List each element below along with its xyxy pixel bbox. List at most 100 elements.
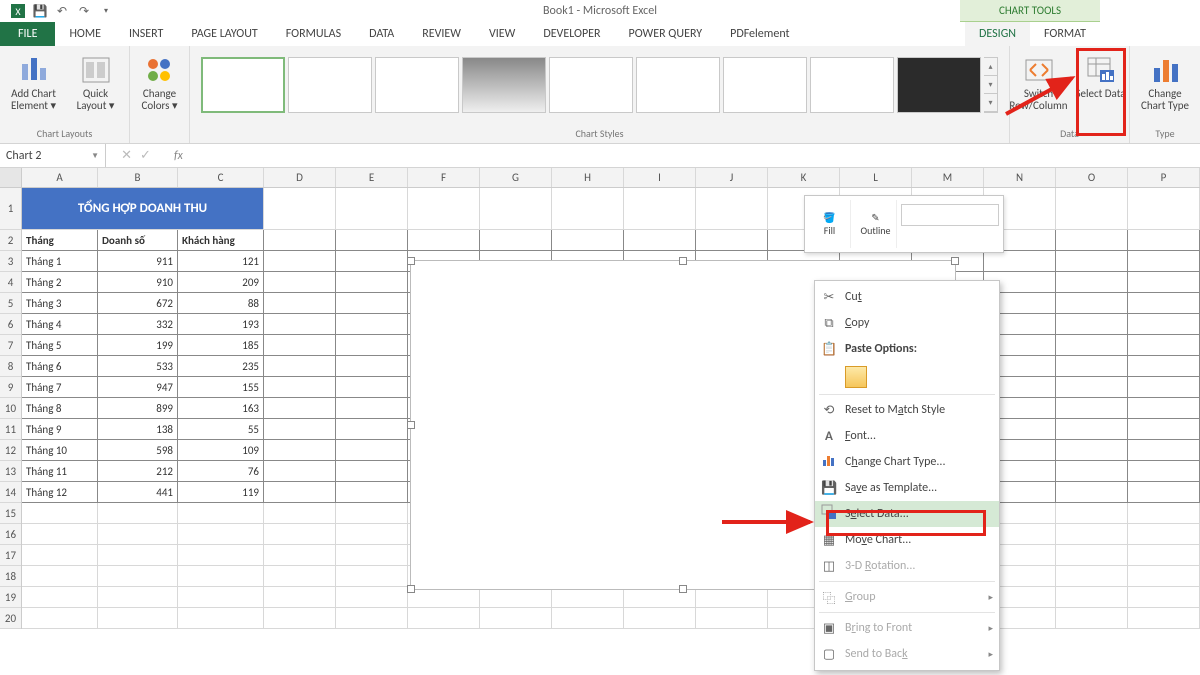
cell[interactable] xyxy=(264,398,336,419)
cell-month-1[interactable]: Tháng 1 xyxy=(22,251,98,272)
cell[interactable] xyxy=(1056,419,1128,440)
row-header-2[interactable]: 2 xyxy=(0,230,21,251)
qat-dropdown-icon[interactable]: ▾ xyxy=(96,2,116,20)
row-header-3[interactable]: 3 xyxy=(0,251,21,272)
cell[interactable] xyxy=(1128,608,1200,629)
cell[interactable] xyxy=(696,587,768,608)
cell[interactable] xyxy=(178,503,264,524)
col-header-B[interactable]: B xyxy=(98,168,178,187)
cancel-formula-icon[interactable]: ✕ xyxy=(121,148,132,163)
cell-month-9[interactable]: Tháng 9 xyxy=(22,419,98,440)
cell[interactable] xyxy=(98,545,178,566)
cell[interactable] xyxy=(1128,377,1200,398)
select-all-corner[interactable] xyxy=(0,168,22,187)
cell[interactable] xyxy=(624,188,696,230)
col-header-I[interactable]: I xyxy=(624,168,696,187)
col-header-H[interactable]: H xyxy=(552,168,624,187)
cell[interactable] xyxy=(1056,272,1128,293)
tab-home[interactable]: HOME xyxy=(55,22,115,46)
cell[interactable] xyxy=(1056,524,1128,545)
cell-revenue-1[interactable]: 911 xyxy=(98,251,178,272)
cell[interactable] xyxy=(1128,335,1200,356)
row-header-8[interactable]: 8 xyxy=(0,356,21,377)
tab-formulas[interactable]: FORMULAS xyxy=(272,22,355,46)
chart-style-4[interactable] xyxy=(462,57,546,113)
col-header-N[interactable]: N xyxy=(984,168,1056,187)
redo-icon[interactable]: ↷ xyxy=(74,2,94,20)
cell-customers-12[interactable]: 119 xyxy=(178,482,264,503)
cell[interactable] xyxy=(22,524,98,545)
cell-month-7[interactable]: Tháng 7 xyxy=(22,377,98,398)
mini-fill-button[interactable]: 🪣 Fill xyxy=(809,200,851,248)
row-header-11[interactable]: 11 xyxy=(0,419,21,440)
row-header-6[interactable]: 6 xyxy=(0,314,21,335)
chart-style-5[interactable] xyxy=(549,57,633,113)
cell[interactable] xyxy=(696,608,768,629)
row-header-18[interactable]: 18 xyxy=(0,566,21,587)
cell[interactable] xyxy=(696,230,768,251)
tab-developer[interactable]: DEVELOPER xyxy=(529,22,614,46)
col-header-C[interactable]: C xyxy=(178,168,264,187)
add-chart-element-button[interactable]: Add Chart Element ▾ xyxy=(6,50,62,112)
cell[interactable] xyxy=(480,230,552,251)
cell[interactable] xyxy=(1056,293,1128,314)
chart-style-6[interactable] xyxy=(636,57,720,113)
cell[interactable] xyxy=(624,608,696,629)
ctx-copy[interactable]: ⧉Copy xyxy=(815,310,999,336)
cell[interactable] xyxy=(1128,440,1200,461)
tab-insert[interactable]: INSERT xyxy=(115,22,177,46)
cell[interactable] xyxy=(336,440,408,461)
cell-customers-3[interactable]: 88 xyxy=(178,293,264,314)
cell[interactable] xyxy=(22,566,98,587)
ctx-cut[interactable]: ✂Cut xyxy=(815,284,999,310)
cell[interactable] xyxy=(264,587,336,608)
cell[interactable] xyxy=(336,482,408,503)
cell[interactable] xyxy=(178,587,264,608)
cell[interactable] xyxy=(22,608,98,629)
quick-layout-button[interactable]: Quick Layout ▾ xyxy=(68,50,124,112)
cell[interactable] xyxy=(552,188,624,230)
cell[interactable] xyxy=(1056,440,1128,461)
cell[interactable] xyxy=(696,188,768,230)
tab-view[interactable]: VIEW xyxy=(475,22,529,46)
cell-month-4[interactable]: Tháng 4 xyxy=(22,314,98,335)
cell[interactable] xyxy=(178,608,264,629)
change-chart-type-button[interactable]: Change Chart Type xyxy=(1137,50,1193,112)
row-header-14[interactable]: 14 xyxy=(0,482,21,503)
cell-revenue-7[interactable]: 947 xyxy=(98,377,178,398)
chart-style-7[interactable] xyxy=(723,57,807,113)
cell[interactable] xyxy=(336,566,408,587)
cell[interactable] xyxy=(22,587,98,608)
cell[interactable] xyxy=(336,608,408,629)
cell-customers-8[interactable]: 163 xyxy=(178,398,264,419)
cell[interactable] xyxy=(1056,356,1128,377)
col-header-G[interactable]: G xyxy=(480,168,552,187)
cell-customers-1[interactable]: 121 xyxy=(178,251,264,272)
cell[interactable] xyxy=(1056,377,1128,398)
col-header-J[interactable]: J xyxy=(696,168,768,187)
cell[interactable] xyxy=(264,356,336,377)
cell[interactable] xyxy=(1128,230,1200,251)
ctx-save-template[interactable]: 💾Save as Template... xyxy=(815,475,999,501)
cell[interactable] xyxy=(1128,566,1200,587)
row-header-7[interactable]: 7 xyxy=(0,335,21,356)
chart-style-1[interactable] xyxy=(201,57,285,113)
tab-pdfelement[interactable]: PDFelement xyxy=(716,22,803,46)
cell-revenue-11[interactable]: 212 xyxy=(98,461,178,482)
cell[interactable] xyxy=(408,608,480,629)
col-header-M[interactable]: M xyxy=(912,168,984,187)
cell[interactable] xyxy=(984,251,1056,272)
cell[interactable] xyxy=(1056,314,1128,335)
cell[interactable] xyxy=(1128,503,1200,524)
cell[interactable] xyxy=(264,524,336,545)
cell[interactable] xyxy=(336,545,408,566)
cell-revenue-3[interactable]: 672 xyxy=(98,293,178,314)
row-header-4[interactable]: 4 xyxy=(0,272,21,293)
cell[interactable] xyxy=(1128,272,1200,293)
cell[interactable] xyxy=(1128,398,1200,419)
cell[interactable] xyxy=(1056,545,1128,566)
row-header-16[interactable]: 16 xyxy=(0,524,21,545)
cell[interactable] xyxy=(264,503,336,524)
cell[interactable] xyxy=(264,608,336,629)
cell[interactable] xyxy=(98,608,178,629)
